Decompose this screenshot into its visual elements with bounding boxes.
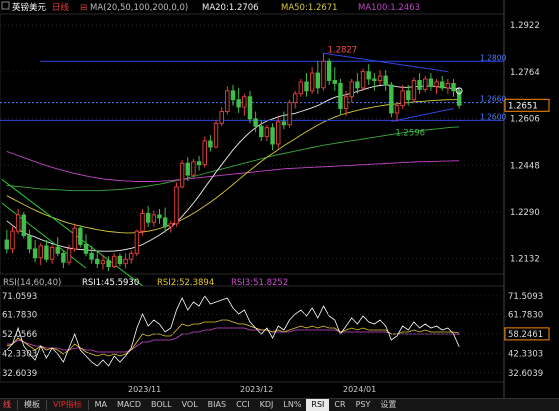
candle[interactable] bbox=[191, 158, 196, 178]
rsi2-label: RSI2:52.3894 bbox=[157, 278, 214, 288]
rsi-tick-right: 42.3303 bbox=[508, 349, 543, 359]
rsi-tick-left: 42.3303 bbox=[2, 349, 37, 359]
candle[interactable] bbox=[174, 182, 179, 227]
candle[interactable] bbox=[10, 226, 15, 254]
period-label[interactable]: 日线 bbox=[52, 2, 70, 13]
candle[interactable] bbox=[360, 68, 366, 91]
toolbar-separator bbox=[17, 400, 18, 410]
current-price: 1.2651 bbox=[508, 101, 538, 111]
candle[interactable] bbox=[72, 223, 77, 252]
toolbar-item-boll[interactable]: BOLL bbox=[146, 399, 177, 411]
toolbar-item-设置[interactable]: 设置 bbox=[375, 399, 401, 411]
price-tick: 1.2764 bbox=[510, 68, 540, 78]
candle[interactable] bbox=[202, 136, 207, 168]
candle[interactable] bbox=[134, 229, 140, 257]
rsi-tick-left: 32.6039 bbox=[2, 369, 37, 379]
price-tick: 1.2922 bbox=[510, 21, 540, 31]
ma100-label: MA100:1.2463 bbox=[358, 3, 420, 13]
toolbar-item-vip-indicator[interactable]: VIP指标 bbox=[48, 399, 87, 411]
date-label: 2023/12 bbox=[240, 385, 273, 394]
rsi-tick-left: 71.0593 bbox=[2, 292, 37, 302]
rsi3-label: RSI3:51.8252 bbox=[231, 278, 288, 288]
candle[interactable] bbox=[21, 211, 26, 239]
toolbar-item-macd[interactable]: MACD bbox=[112, 399, 146, 411]
rsi-tick-right: 61.7830 bbox=[508, 310, 543, 320]
candle[interactable] bbox=[287, 99, 292, 128]
chart-header: 英镑美元 日线 ⊟ MA(20,50,100,200,0,0) MA20:1.2… bbox=[1, 1, 420, 13]
candle[interactable] bbox=[78, 225, 83, 248]
ma50-label: MA50:1.2671 bbox=[281, 3, 338, 13]
candle[interactable] bbox=[225, 86, 230, 115]
rsi-settings[interactable]: RSI(14,60,40) bbox=[3, 278, 61, 288]
candle[interactable] bbox=[213, 120, 219, 149]
candle[interactable] bbox=[298, 79, 304, 97]
indicator-toolbar: 线模板 VIP指标 MA MACD BOLL VOL BIAS CCI KDJ LN% RSI CR P… bbox=[0, 398, 559, 411]
candle[interactable] bbox=[140, 209, 145, 236]
toolbar-item-cr[interactable]: CR bbox=[329, 399, 350, 411]
toolbar-item-rsi[interactable]: RSI bbox=[306, 399, 330, 411]
price-tick: 1.2606 bbox=[510, 115, 540, 125]
chart-canvas[interactable]: 1.2827 1.2596 1.2800 1.2660 1.2600 1.2922 1.2… bbox=[0, 0, 559, 411]
price-tick: 1.2132 bbox=[510, 255, 540, 265]
toolbar-item-template[interactable]: 模板 bbox=[19, 399, 45, 411]
toolbar-item-cci[interactable]: CCI bbox=[231, 399, 255, 411]
rsi-tick-right: 58.2461 bbox=[508, 330, 543, 340]
lock-icon: ⊟ bbox=[80, 3, 87, 13]
candle[interactable] bbox=[456, 87, 462, 109]
date-label: 2023/11 bbox=[128, 385, 161, 394]
toolbar-item-vol[interactable]: VOL bbox=[177, 399, 203, 411]
candle[interactable] bbox=[389, 81, 394, 118]
rsi-tick-right: 32.6039 bbox=[508, 369, 543, 379]
level-label: 1.2600 bbox=[480, 112, 506, 121]
toolbar-item-psy[interactable]: PSY bbox=[351, 399, 376, 411]
toolbar-separator bbox=[46, 400, 47, 410]
high-label: 1.2827 bbox=[327, 45, 357, 55]
rsi-tick-left: 61.7830 bbox=[2, 310, 37, 320]
rsi1-label: RSI1:45.5930 bbox=[82, 278, 139, 288]
candle[interactable] bbox=[411, 77, 417, 103]
toolbar-item-lnpct[interactable]: LN% bbox=[278, 399, 306, 411]
low-label: 1.2596 bbox=[395, 129, 425, 139]
rsi-tick-left: 52.0566 bbox=[2, 330, 37, 340]
candle[interactable] bbox=[276, 117, 281, 149]
instrument-name: 英镑美元 bbox=[12, 2, 47, 13]
toolbar-item-bias[interactable]: BIAS bbox=[203, 399, 231, 411]
candle[interactable] bbox=[179, 160, 185, 189]
level-label: 1.2660 bbox=[480, 95, 506, 104]
ma20-label: MA20:1.2706 bbox=[202, 3, 259, 13]
toolbar-separator bbox=[87, 400, 89, 410]
price-tick: 1.2448 bbox=[510, 161, 540, 171]
toolbar-item-ma[interactable]: MA bbox=[90, 399, 112, 411]
toolbar-item-kdj[interactable]: KDJ bbox=[255, 399, 279, 411]
date-label: 2024/01 bbox=[343, 385, 376, 394]
candle[interactable] bbox=[326, 58, 332, 85]
toolbar-item-line[interactable]: 线 bbox=[0, 399, 16, 411]
level-label: 1.2800 bbox=[480, 53, 506, 62]
ma-settings[interactable]: MA(20,50,100,200,0,0) bbox=[90, 3, 188, 13]
price-tick: 1.2290 bbox=[510, 208, 540, 218]
rsi-tick-right: 71.5093 bbox=[508, 292, 543, 302]
